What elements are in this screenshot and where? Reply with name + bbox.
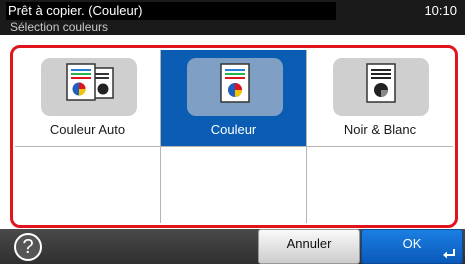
option-black-white-label: Noir & Blanc	[343, 122, 417, 137]
option-grid: Couleur Auto Couleur Noir & Blanc	[15, 50, 453, 223]
option-color-label: Couleur	[210, 122, 257, 137]
black-white-document-icon	[366, 63, 396, 103]
color-tile	[187, 58, 283, 116]
status-message: Prêt à copier. (Couleur)	[6, 2, 336, 20]
screen-subtitle: Sélection couleurs	[10, 20, 109, 34]
cancel-button[interactable]: Annuler	[258, 229, 360, 264]
option-auto-color[interactable]: Couleur Auto	[15, 50, 161, 147]
option-auto-color-label: Couleur Auto	[49, 122, 126, 137]
empty-slot	[15, 147, 161, 223]
help-button[interactable]: ?	[14, 233, 42, 261]
black-white-tile	[333, 58, 429, 116]
color-document-icon	[220, 63, 250, 103]
ok-button[interactable]: OK	[361, 229, 463, 264]
option-color[interactable]: Couleur	[161, 50, 307, 147]
empty-slot	[161, 147, 307, 223]
status-time: 10:10	[424, 3, 457, 18]
auto-color-document-icon	[66, 63, 114, 101]
bottom-bar: ? Annuler OK	[0, 229, 465, 264]
enter-icon	[443, 249, 455, 259]
auto-color-tile	[41, 58, 137, 116]
cancel-button-label: Annuler	[286, 236, 332, 251]
empty-slot	[307, 147, 453, 223]
color-selection-panel: Couleur Auto Couleur Noir & Blanc	[10, 45, 458, 228]
status-bar: Prêt à copier. (Couleur) 10:10 Sélection…	[0, 0, 465, 35]
option-black-white[interactable]: Noir & Blanc	[307, 50, 453, 147]
